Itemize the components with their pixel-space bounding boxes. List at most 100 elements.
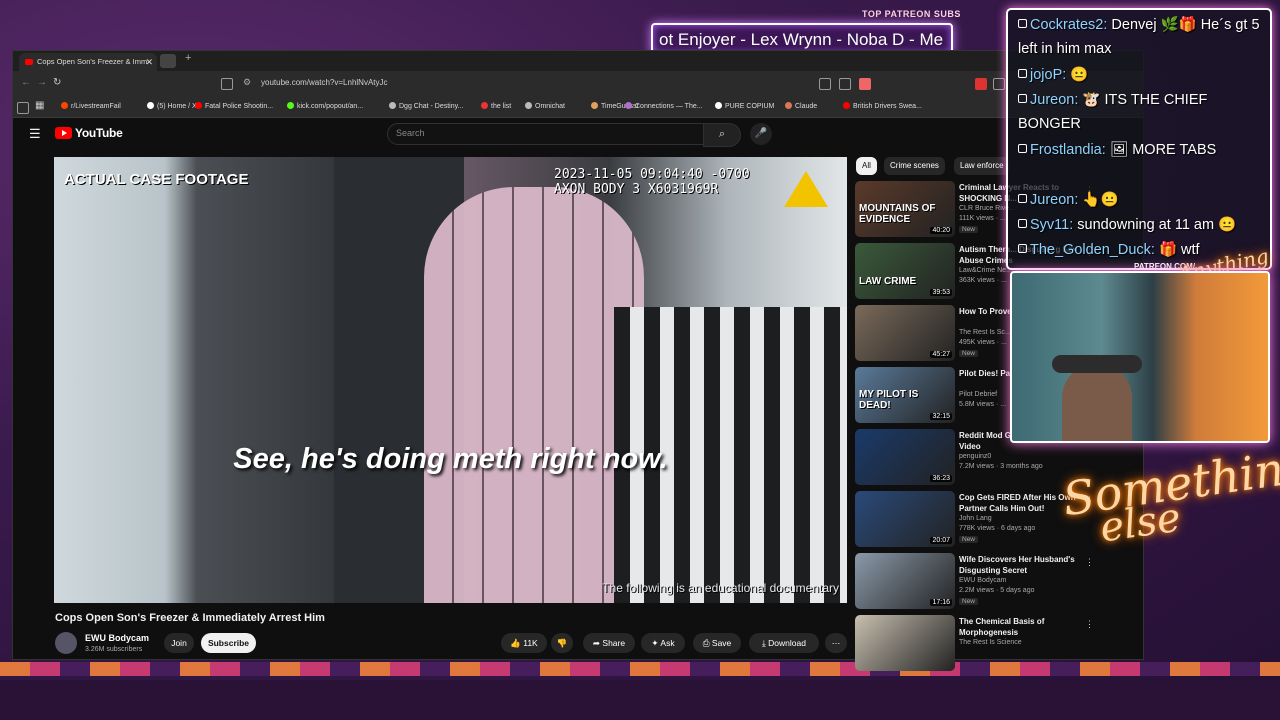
forward-icon[interactable]: → [37, 77, 47, 88]
chat-username[interactable]: Jureon: [1030, 192, 1078, 208]
background-bottom-band [0, 680, 1280, 720]
chat-badge-icon [1018, 219, 1027, 228]
mic-icon[interactable]: 🎤 [750, 123, 772, 145]
join-button[interactable]: Join [164, 633, 194, 653]
bookmark-favicon-icon [525, 102, 532, 109]
tab-active[interactable]: Cops Open Son's Freezer & Imm ✕ [19, 53, 157, 71]
bookmark-item[interactable]: Connections — The... [625, 102, 703, 110]
ask-label: Ask [660, 638, 675, 648]
youtube-logo[interactable]: YouTube [55, 126, 123, 140]
bookmark-favicon-icon [591, 102, 598, 109]
like-count: 11K [523, 638, 538, 648]
chat-username[interactable]: The_Golden_Duck: [1030, 242, 1155, 258]
brave-shield-icon[interactable] [859, 78, 871, 90]
bookmark-item[interactable]: r/LivestreamFail [61, 102, 121, 110]
recommendation-thumbnail[interactable]: 20:07 [855, 491, 955, 547]
save-label: Save [711, 638, 732, 648]
tab-title: Cops Open Son's Freezer & Imm [37, 57, 148, 66]
download-label: Download [768, 638, 806, 648]
recommendation-channel[interactable]: Pilot Debrief [959, 391, 997, 398]
sidebar-toggle-icon[interactable] [17, 102, 29, 114]
bookmark-item[interactable]: Omnichat [525, 102, 565, 110]
extensions-puzzle-icon[interactable] [993, 78, 1005, 90]
extension-icon[interactable] [975, 78, 987, 90]
bookmark-item[interactable]: PURE COPIUM [715, 102, 774, 110]
chat-badge-icon [1018, 244, 1027, 253]
youtube-favicon-icon [25, 59, 33, 65]
reload-icon[interactable]: ↻ [53, 77, 61, 88]
recommendation-channel[interactable]: Law&Crime Ne... [959, 267, 1012, 274]
recommendation-thumbnail[interactable] [855, 615, 955, 671]
ask-button[interactable]: ✦ Ask [641, 633, 685, 653]
chat-username[interactable]: Cockrates2: [1030, 17, 1107, 33]
bookmark-item[interactable]: (5) Home / X [147, 102, 197, 110]
recommendation-title[interactable]: The Chemical Basis of Morphogenesis [959, 616, 1077, 638]
menu-icon[interactable]: ☰ [29, 126, 41, 142]
recommendation-item[interactable]: 17:16 Wife Discovers Her Husband's Disgus… [855, 553, 1145, 611]
chip-crime-scenes[interactable]: Crime scenes [884, 157, 945, 175]
bookmark-item[interactable]: Claude [785, 102, 817, 110]
search-input[interactable]: Search [387, 123, 705, 145]
apps-grid-icon[interactable]: ▦ [35, 100, 44, 111]
download-button[interactable]: ⤓ Download [749, 633, 819, 653]
chat-text: BONGER [1018, 116, 1081, 132]
bookmark-item[interactable]: Dgg Chat - Destiny... [389, 102, 463, 110]
channel-name[interactable]: EWU Bodycam [85, 633, 149, 643]
recommendation-thumbnail[interactable]: MOUNTAINS OF EVIDENCE 40:20 [855, 181, 955, 237]
bookmark-item[interactable]: kick.com/popout/an... [287, 102, 363, 110]
bookmark-item[interactable]: British Drivers Swea... [843, 102, 922, 110]
browser-window: Cops Open Son's Freezer & Imm ✕ + ← → ↻ … [12, 50, 1145, 671]
bookmark-item[interactable]: the list [481, 102, 511, 110]
recommendation-channel[interactable]: The Rest Is Sc... [959, 329, 1011, 336]
chip-law-enforcement[interactable]: Law enforce [954, 157, 1010, 175]
bookmark-icon[interactable] [221, 78, 233, 90]
recommendation-title[interactable]: Wife Discovers Her Husband's Disgusting … [959, 554, 1077, 576]
share-page-icon[interactable] [839, 78, 851, 90]
share-button[interactable]: ➦ Share [583, 633, 635, 653]
bookmark-item[interactable]: Fatal Police Shootin... [195, 102, 273, 110]
close-tab-icon[interactable]: ✕ [145, 53, 153, 71]
webcam-streamer-hat [1052, 355, 1142, 373]
recommendation-channel[interactable]: The Rest Is Science [959, 639, 1022, 646]
chip-all[interactable]: All [856, 157, 877, 175]
download-icon: ⤓ [762, 638, 766, 648]
more-actions-icon[interactable]: ⋯ [825, 633, 847, 653]
recommendation-thumbnail[interactable]: MY PILOT IS DEAD! 32:15 [855, 367, 955, 423]
dislike-button[interactable]: 👎 [551, 633, 573, 653]
chat-username[interactable]: Frostlandia: [1030, 142, 1106, 158]
recommendation-thumbnail[interactable]: 17:16 [855, 553, 955, 609]
new-tab-icon[interactable]: + [185, 52, 191, 64]
recommendation-thumbnail[interactable]: LAW CRIME 39:53 [855, 243, 955, 299]
bookmark-label: Dgg Chat - Destiny... [399, 103, 464, 110]
more-options-icon[interactable]: ⋮ [1085, 619, 1094, 630]
like-button[interactable]: 👍 11K [501, 633, 547, 653]
chat-username[interactable]: Jureon: [1030, 92, 1078, 108]
back-icon[interactable]: ← [21, 77, 31, 88]
more-options-icon[interactable]: ⋮ [1085, 557, 1094, 568]
chat-message: BONGER [1018, 116, 1081, 132]
chat-badge-icon [1018, 144, 1027, 153]
recommendation-thumbnail[interactable]: 45:27 [855, 305, 955, 361]
site-info-icon[interactable]: ⚙ [243, 77, 251, 88]
search-icon[interactable]: ⌕ [703, 123, 741, 147]
bookmark-label: Connections — The... [635, 103, 703, 110]
bookmark-favicon-icon [715, 102, 722, 109]
recommendation-title[interactable]: Cop Gets FIRED After His Own Partner Cal… [959, 492, 1077, 514]
video-player[interactable]: ACTUAL CASE FOOTAGE 2023-11-05 09:04:40 … [54, 157, 847, 603]
channel-avatar[interactable] [55, 632, 77, 654]
recommendation-item[interactable]: The Chemical Basis of Morphogenesis The R… [855, 615, 1145, 673]
recommendation-channel[interactable]: EWU Bodycam [959, 577, 1006, 584]
subscribe-button[interactable]: Subscribe [201, 633, 256, 653]
recommendation-channel[interactable]: John Lang [959, 515, 992, 522]
save-button[interactable]: ⎙ Save [693, 633, 741, 653]
url-field[interactable]: youtube.com/watch?v=LnhlNvAtyJc [261, 78, 388, 87]
chat-username[interactable]: Syv11: [1030, 217, 1073, 233]
cast-icon[interactable] [819, 78, 831, 90]
recommendation-thumbnail[interactable]: 36:23 [855, 429, 955, 485]
recommendation-channel[interactable]: penguinz0 [959, 453, 991, 460]
save-icon: ⎙ [702, 638, 710, 648]
webcam-feed [1010, 271, 1270, 443]
tab-blank[interactable] [160, 54, 176, 68]
chat-username[interactable]: jojoP: [1030, 67, 1066, 83]
chat-badge-icon [1018, 194, 1027, 203]
